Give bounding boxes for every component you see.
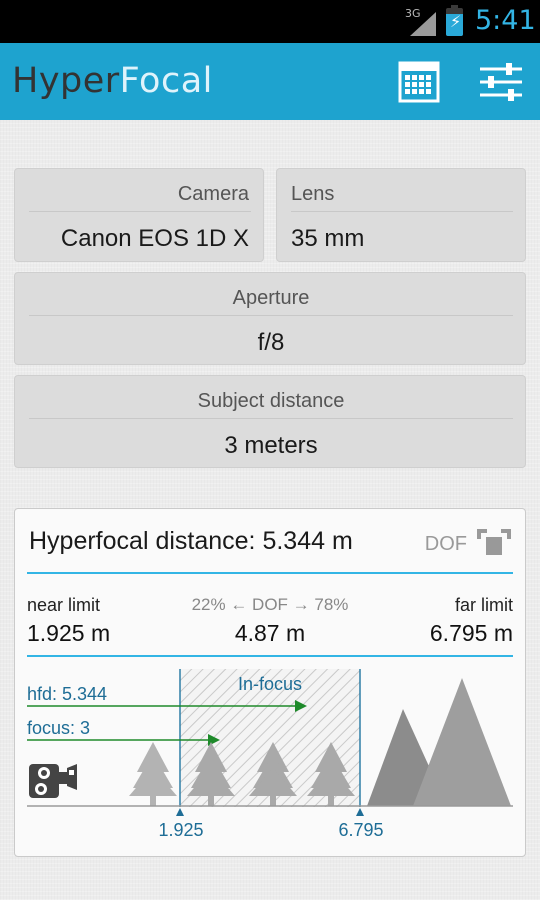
near-tick-label: 1.925: [158, 820, 203, 840]
divider: [29, 211, 251, 212]
result-panel: Hyperfocal distance: 5.344 m DOF near li…: [14, 508, 526, 857]
tree-1: [129, 742, 177, 806]
status-bar: 3G ⚡ 5:41: [0, 0, 540, 43]
divider: [291, 211, 513, 212]
settings-sliders-icon: [480, 63, 522, 101]
hyperfocal-distance: Hyperfocal distance: 5.344 m: [29, 527, 353, 555]
far-limit-label: far limit: [455, 595, 513, 615]
action-bar: HyperFocal: [0, 43, 540, 120]
camera-selector[interactable]: Camera Canon EOS 1D X: [14, 168, 264, 262]
in-focus-label: In-focus: [238, 674, 302, 694]
near-marker: [176, 808, 184, 816]
aperture-selector[interactable]: Aperture f/8: [14, 272, 526, 365]
dof-toggle-label: DOF: [424, 533, 467, 555]
far-tick-label: 6.795: [338, 820, 383, 840]
settings-button[interactable]: [464, 43, 534, 120]
aperture-label: Aperture: [232, 287, 310, 309]
camera-icon: [29, 764, 77, 798]
divider: [29, 418, 513, 419]
lens-selector[interactable]: Lens 35 mm: [276, 168, 526, 262]
mountain-front: [413, 678, 511, 806]
signal-icon: [410, 12, 436, 36]
camera-label: Camera: [177, 183, 249, 205]
hfd-label: hfd: 5.344: [27, 684, 107, 704]
calendar-grid-icon: [398, 61, 440, 103]
logo-part-2: Focal: [119, 61, 213, 101]
divider-top: [27, 572, 513, 574]
subject-distance-label: Subject distance: [197, 390, 345, 412]
app-logo: HyperFocal: [12, 61, 213, 101]
subject-distance-value: 3 meters: [224, 432, 318, 459]
status-clock: 5:41: [475, 5, 536, 36]
lens-label: Lens: [291, 183, 335, 205]
calendar-button[interactable]: [384, 43, 454, 120]
divider-bottom: [27, 655, 513, 657]
dof-frame-icon: [477, 529, 511, 555]
divider: [29, 315, 513, 316]
subject-distance-selector[interactable]: Subject distance 3 meters: [14, 375, 526, 468]
dof-diagram: In-focus hfd: 5.344 focus: 3 1.925 6.795: [27, 669, 513, 840]
focus-label: focus: 3: [27, 718, 90, 738]
logo-part-1: Hyper: [12, 61, 120, 101]
lens-value: 35 mm: [291, 225, 365, 252]
camera-value: Canon EOS 1D X: [60, 225, 249, 252]
dof-ratio-label: 22% ← DOF → 78%: [191, 595, 349, 614]
far-limit-value: 6.795 m: [429, 620, 513, 646]
aperture-value: f/8: [257, 329, 285, 356]
charging-icon: ⚡: [450, 12, 462, 31]
far-marker: [356, 808, 364, 816]
